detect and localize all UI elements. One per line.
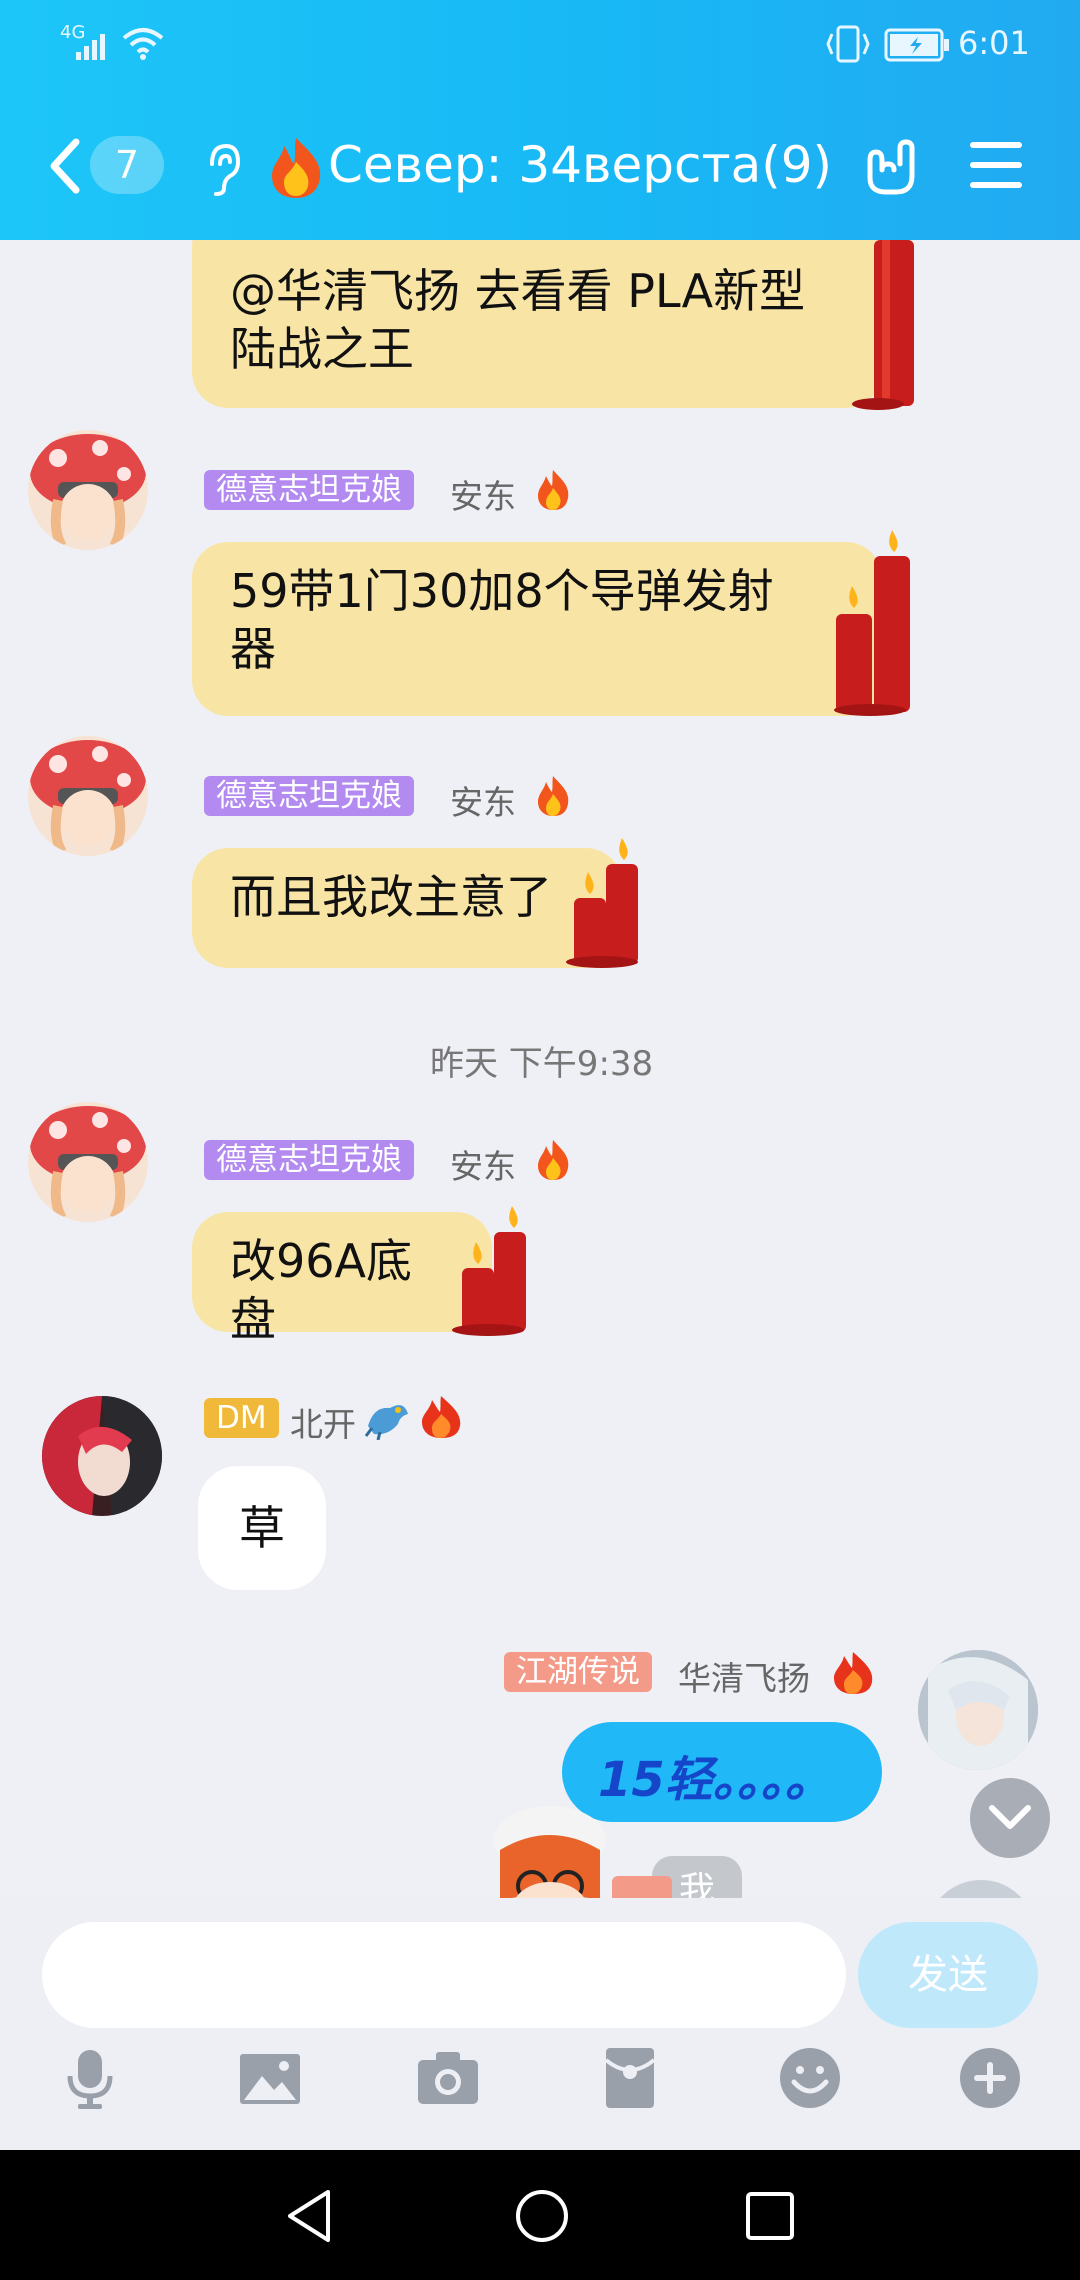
plus-icon[interactable] — [958, 2046, 1022, 2110]
avatar[interactable] — [28, 1102, 148, 1222]
hand-gesture-icon[interactable] — [862, 134, 920, 196]
message-text: 15轻。。。。 — [598, 1752, 833, 1808]
fire-icon — [272, 138, 321, 198]
candle-icon — [452, 1206, 526, 1336]
message-bubble[interactable]: @华清飞扬 去看看 PLA新型 陆战之王 — [192, 240, 882, 408]
chat-area[interactable]: @华清飞扬 去看看 PLA新型 陆战之王 德意志坦克娘 安东 59带1门30加8… — [0, 240, 1080, 1898]
image-icon[interactable] — [238, 2046, 302, 2110]
sender-name[interactable]: 华清飞扬 — [678, 1652, 810, 1700]
scroll-to-bottom-button[interactable] — [970, 1778, 1050, 1858]
member-title-tag: DM — [204, 1398, 279, 1438]
battery-icon — [884, 28, 949, 62]
message-bubble[interactable]: 而且我改主意了 — [192, 848, 622, 968]
back-chevron-icon[interactable] — [44, 136, 84, 196]
send-button[interactable]: 发送 — [858, 1922, 1038, 2028]
fire-icon — [538, 1140, 569, 1180]
unread-count-badge[interactable]: 7 — [90, 136, 164, 194]
member-title-tag — [612, 1876, 672, 1898]
microphone-icon[interactable] — [58, 2046, 122, 2110]
fire-icon — [538, 776, 569, 816]
sender-name[interactable]: 北开 — [290, 1398, 356, 1446]
avatar[interactable] — [28, 736, 148, 856]
message-input[interactable] — [42, 1922, 846, 2028]
member-title-tag: 德意志坦克娘 — [204, 470, 414, 510]
candle-icon — [852, 240, 914, 410]
chat-title[interactable]: Север: 34верста(9) — [328, 136, 832, 194]
top-bar: 4G 6:01 7 Север: 34верста(9) — [0, 0, 1080, 240]
candle-icon — [834, 530, 910, 716]
fire-icon — [538, 470, 569, 510]
fire-icon — [834, 1652, 873, 1694]
wifi-icon — [122, 28, 164, 60]
timestamp-divider: 昨天 下午9:38 — [430, 1044, 654, 1084]
message-bubble[interactable]: 59带1门30加8个导弹发射 器 — [192, 542, 882, 716]
avatar[interactable] — [480, 1800, 616, 1898]
clock: 6:01 — [958, 24, 1030, 62]
vibrate-icon — [826, 25, 870, 63]
input-area: 发送 — [0, 1898, 1080, 2150]
fire-icon — [422, 1396, 461, 1438]
avatar[interactable] — [42, 1396, 162, 1516]
emoji-icon[interactable] — [778, 2046, 842, 2110]
member-title-tag: 德意志坦克娘 — [204, 1140, 414, 1180]
system-navigation-bar — [0, 2150, 1080, 2280]
sender-name[interactable]: 安东 — [450, 776, 516, 824]
avatar[interactable] — [926, 1880, 1036, 1898]
ear-icon[interactable] — [202, 142, 242, 198]
message-bubble[interactable]: 草 — [198, 1466, 326, 1590]
nav-back-icon[interactable] — [284, 2188, 334, 2244]
nav-recents-icon[interactable] — [744, 2190, 796, 2242]
sender-name[interactable]: 安东 — [450, 470, 516, 518]
sender-name[interactable]: 安东 — [450, 1140, 516, 1188]
red-packet-icon[interactable] — [598, 2046, 662, 2110]
signal-icon — [76, 34, 105, 60]
avatar[interactable] — [918, 1650, 1038, 1770]
member-title-tag: 江湖传说 — [504, 1652, 652, 1692]
nav-home-icon[interactable] — [514, 2188, 570, 2244]
camera-icon[interactable] — [416, 2046, 480, 2110]
chevron-down-icon — [989, 1805, 1031, 1829]
menu-icon[interactable] — [968, 140, 1024, 190]
dragon-badge-icon — [364, 1405, 408, 1440]
candle-icon — [566, 838, 638, 968]
member-title-tag: 德意志坦克娘 — [204, 776, 414, 816]
avatar[interactable] — [28, 430, 148, 550]
